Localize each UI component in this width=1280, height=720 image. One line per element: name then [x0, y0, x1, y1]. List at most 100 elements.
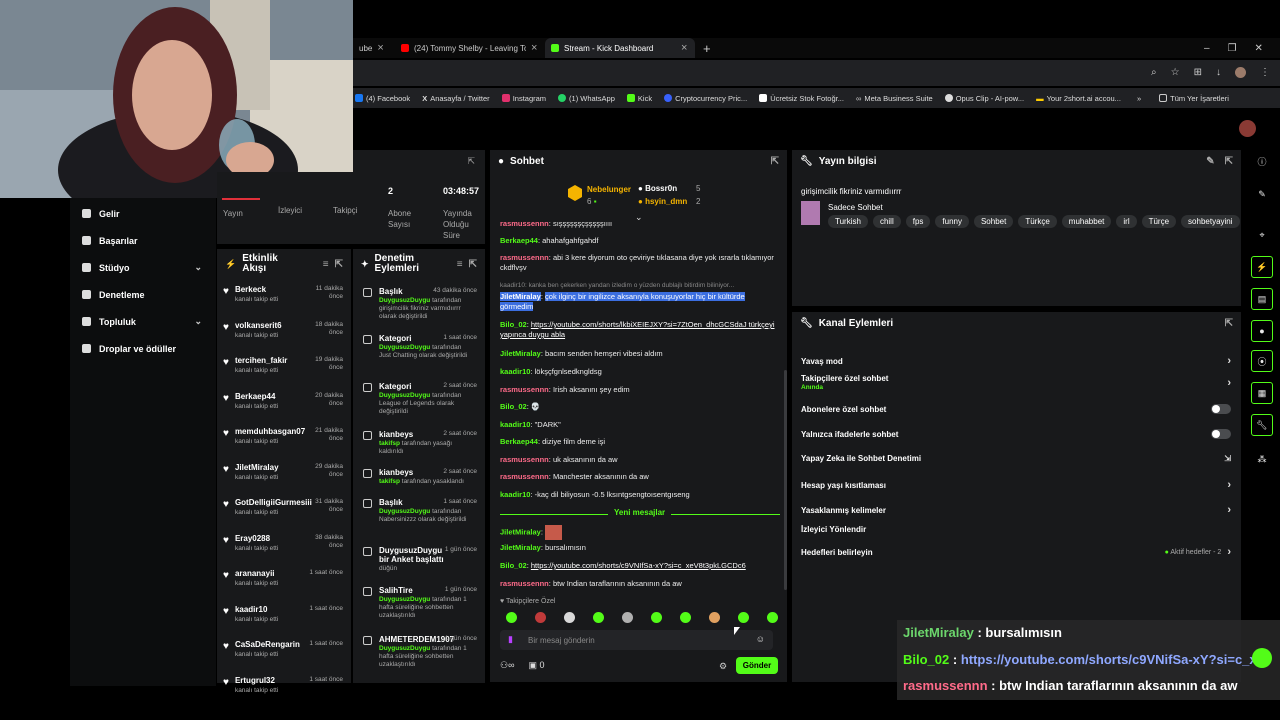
users-infinity-icon[interactable]: ⚇∞: [500, 660, 514, 671]
chat-username[interactable]: rasmussennn: [500, 219, 549, 228]
new-tab-button[interactable]: +: [697, 38, 717, 58]
close-window-icon[interactable]: ✕: [1255, 43, 1263, 54]
toggle-switch[interactable]: [1211, 404, 1231, 414]
stats-tab-takipci[interactable]: Takipçi: [333, 172, 357, 244]
bookmark-opus-clip[interactable]: Opus Clip - AI-pow...: [944, 94, 1024, 103]
sidebar-item-topluluk[interactable]: Topluluk ⌄: [70, 308, 216, 335]
chat-message[interactable]: kaadir10: "DARK": [500, 420, 780, 430]
sidebar-item-basarilar[interactable]: Başarılar: [70, 227, 216, 254]
pencil-icon[interactable]: ✎: [1249, 183, 1275, 205]
emote-button[interactable]: [564, 612, 575, 623]
broadcast-rail-icon[interactable]: ⦿: [1251, 350, 1273, 372]
emote-button[interactable]: [622, 612, 633, 623]
stream-tag[interactable]: muhabbet: [1061, 215, 1112, 228]
emote-button[interactable]: [680, 612, 691, 623]
chat-username[interactable]: Bilo_02: [500, 320, 527, 329]
bookmark-twitter[interactable]: X Anasayfa / Twitter: [422, 94, 490, 103]
channel-action-row[interactable]: Hesap yaşı kısıtlaması ›: [801, 479, 1231, 491]
chat-message[interactable]: JiletMiralay: bacım senden hemşeri vibes…: [500, 349, 780, 359]
filter-icon[interactable]: ≡: [323, 259, 329, 270]
chat-username[interactable]: kaadir10: [500, 490, 530, 499]
activity-item[interactable]: ♥ Berkaep44 kanalı takip etti 20 dakika önc…: [217, 392, 351, 410]
moderation-item[interactable]: kianbeys 2 saat önce takifsp tarafından ya…: [353, 468, 485, 486]
tab-tommy-shelby[interactable]: (24) Tommy Shelby - Leaving To ×: [395, 38, 545, 58]
emote-button[interactable]: [738, 612, 749, 623]
chat-username[interactable]: rasmussennn: [500, 253, 549, 262]
activity-item[interactable]: ♥ volkanserit6 kanalı takip etti 18 dakika …: [217, 321, 351, 339]
chat-input[interactable]: ▮ Bir mesaj gönderin ☺: [500, 630, 773, 650]
chat-scrollbar[interactable]: [784, 370, 787, 590]
sidebar-item-gelir[interactable]: Gelir: [70, 200, 216, 227]
emote-button[interactable]: [593, 612, 604, 623]
pinned-user-1[interactable]: Nebelunger: [587, 185, 631, 194]
chat-message[interactable]: kaadir10: -kaç dil biliyosun -0.5 lksınt…: [500, 490, 780, 500]
moderation-item[interactable]: SalihTire 1 gün önce DuygusuzDuygu tarafın…: [353, 586, 485, 620]
stream-tag[interactable]: fps: [905, 215, 931, 228]
chat-username[interactable]: Bilo_02: [500, 402, 527, 411]
sidebar-item-droplar[interactable]: Droplar ve ödüller: [70, 335, 216, 362]
close-icon[interactable]: ×: [531, 42, 537, 54]
chat-username[interactable]: kaadir10: [500, 367, 530, 376]
moderation-item[interactable]: Başlık 1 saat önce DuygusuzDuygu tarafında…: [353, 498, 485, 524]
stats-tab-yayin[interactable]: Yayın: [223, 172, 243, 244]
chat-username[interactable]: kaadir10: [500, 420, 530, 429]
chat-username[interactable]: JiletMiralay: [500, 543, 541, 552]
chat-username[interactable]: rasmussennn: [500, 455, 549, 464]
bookmark-all[interactable]: Tüm Yer İşaretleri: [1159, 94, 1229, 103]
chat-message[interactable]: kaadir10: kanka ben çekerken yandan izle…: [500, 281, 780, 291]
chat-username[interactable]: Berkaep44: [500, 236, 538, 245]
stream-tag[interactable]: Turkish: [828, 215, 868, 228]
zoom-icon[interactable]: ⌕: [1151, 67, 1157, 78]
moderation-item[interactable]: kianbeys 2 saat önce takifsp tarafından ya…: [353, 430, 485, 456]
chat-rail-icon[interactable]: ●: [1251, 320, 1273, 342]
bookmark-whatsapp[interactable]: (1) WhatsApp: [558, 94, 615, 103]
chat-message[interactable]: rasmussennn: abi 3 kere diyorum oto çevi…: [500, 253, 780, 273]
bookmarks-overflow[interactable]: »: [1137, 94, 1141, 103]
bookmark-stock-photo[interactable]: Ücretsiz Stok Fotoğr...: [759, 94, 844, 103]
chat-message[interactable]: rasmussennn: btw Indian taraflarının aks…: [500, 579, 780, 589]
pinned-user-3[interactable]: ● hsyin_dmn: [638, 197, 687, 206]
emote-button[interactable]: [506, 612, 517, 623]
bolt-rail-icon[interactable]: ⚡: [1251, 256, 1273, 278]
channel-action-row[interactable]: Yasaklanmış kelimeler ›: [801, 504, 1231, 516]
channel-action-row[interactable]: İzleyici Yönlendir: [801, 525, 1231, 534]
chat-message[interactable]: Bilo_02: https://youtube.com/shorts/lkbi…: [500, 320, 780, 340]
emote-button[interactable]: [535, 612, 546, 623]
chat-message[interactable]: Berkaep44: ahahafgahfgahdf: [500, 236, 780, 246]
activity-item[interactable]: ♥ memduhbasgan07 kanalı takip etti 21 dakik…: [217, 427, 351, 445]
bookmark-meta[interactable]: ∞ Meta Business Suite: [856, 94, 933, 103]
chat-settings-icon[interactable]: ⚙: [719, 661, 727, 672]
activity-item[interactable]: ♥ CaSaDeRengarin kanalı takip etti 1 saat ö…: [217, 640, 351, 658]
pinned-user-2[interactable]: ● Bossr0n: [638, 184, 677, 193]
stream-tag[interactable]: irl: [1116, 215, 1137, 228]
chat-username[interactable]: kaadir10: [500, 282, 525, 289]
stats-tab-izleyici[interactable]: İzleyici: [278, 172, 302, 244]
edit-icon[interactable]: ✎: [1206, 156, 1214, 167]
chat-message[interactable]: Berkaep44: diziye film deme işi: [500, 437, 780, 447]
moderation-item[interactable]: Kategori 2 saat önce DuygusuzDuygu tarafın…: [353, 382, 485, 416]
tab-youtube[interactable]: ube ×: [353, 38, 399, 58]
popout-icon[interactable]: ⇱: [771, 156, 779, 167]
star-icon[interactable]: ☆: [1171, 67, 1180, 78]
activity-item[interactable]: ♥ GotDelligiiGurmesiii kanalı takip etti 31…: [217, 498, 351, 516]
list-rail-icon[interactable]: ▤: [1251, 288, 1273, 310]
send-button[interactable]: Gönder: [736, 657, 778, 674]
chat-username[interactable]: JiletMiralay: [500, 527, 541, 536]
chat-message[interactable]: JiletMiralay:: [500, 525, 780, 540]
info-icon[interactable]: ⓘ: [1249, 150, 1275, 172]
chat-username[interactable]: Berkaep44: [500, 437, 538, 446]
profile-avatar[interactable]: [1235, 67, 1246, 78]
chat-username[interactable]: rasmussennn: [500, 472, 549, 481]
activity-item[interactable]: ♥ Eray0288 kanalı takip etti 38 dakika önce: [217, 534, 351, 552]
channel-action-row[interactable]: Yavaş mod ›: [801, 355, 1231, 367]
bookmark-instagram[interactable]: Instagram: [501, 94, 546, 103]
popout-icon[interactable]: ⇱: [335, 259, 343, 270]
channel-action-row[interactable]: Abonelere özel sohbet: [801, 404, 1231, 414]
extensions-icon[interactable]: ⊞: [1194, 67, 1202, 78]
activity-item[interactable]: ♥ JiletMiralay kanalı takip etti 29 dakika …: [217, 463, 351, 481]
chat-message[interactable]: rasmussennn: Manchester aksanının da aw: [500, 472, 780, 482]
downloads-icon[interactable]: ↓: [1216, 67, 1221, 78]
stream-tag[interactable]: funny: [935, 215, 969, 228]
channel-action-row[interactable]: Yapay Zeka ile Sohbet Denetimi ⇲: [801, 454, 1231, 463]
chat-username[interactable]: JiletMiralay: [500, 292, 541, 301]
